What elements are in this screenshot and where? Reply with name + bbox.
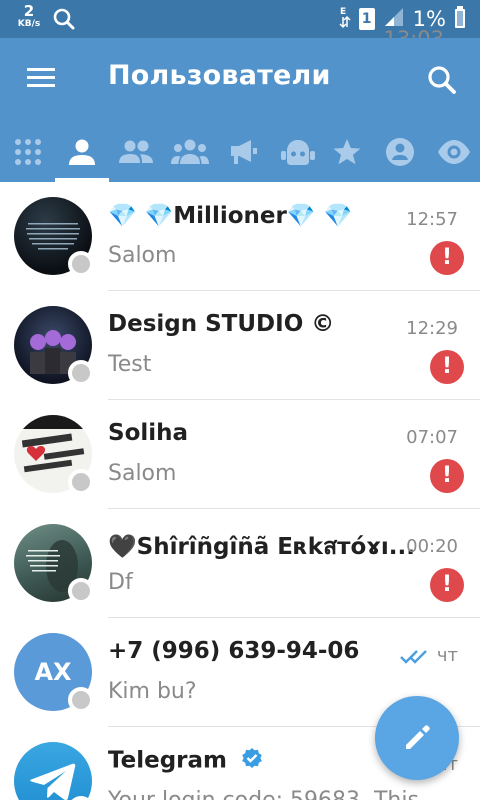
two-users-icon [119, 140, 153, 163]
svg-text:E: E [340, 7, 346, 17]
chat-last-message: Salom [108, 243, 177, 268]
tab-favorites[interactable] [320, 122, 374, 182]
sim-indicator: 1 [358, 8, 375, 30]
page-title: Пользователи [108, 60, 331, 91]
megaphone-icon [231, 140, 257, 164]
avatar [14, 524, 94, 604]
chat-time: 07:07 [406, 427, 458, 448]
chat-last-message: Df [108, 570, 133, 595]
verified-badge-icon [241, 747, 263, 775]
offline-status-dot [68, 360, 94, 386]
chat-time: 12:29 [406, 318, 458, 339]
chat-name: Telegram [108, 747, 263, 775]
offline-status-dot [68, 687, 94, 713]
chat-last-message: Kim bu? [108, 679, 197, 704]
compose-button[interactable] [375, 696, 459, 780]
chat-name-text: Telegram [108, 747, 228, 774]
eye-icon [438, 140, 470, 164]
offline-status-dot [68, 251, 94, 277]
filter-tabs [0, 122, 480, 182]
network-speed: 2 KB/s [16, 4, 42, 29]
chat-name: 💎 💎Millioner💎 💎 [108, 203, 353, 229]
grid-icon [15, 139, 41, 165]
star-icon [333, 139, 361, 165]
error-badge: ! [430, 241, 464, 275]
chat-row[interactable]: 🖤Shîrîñgîñã Eʀkสтóɤı... Df 00:20 ! [0, 509, 480, 618]
tab-admin[interactable] [373, 122, 427, 182]
chat-name: 🖤Shîrîñgîñã Eʀkสтóɤı... [108, 534, 415, 560]
network-speed-value: 2 [23, 2, 35, 20]
group-icon [171, 139, 209, 164]
chat-last-message: Your login code: 59683. This [108, 788, 419, 800]
chat-name: Design STUDIO © [108, 311, 335, 337]
avatar [14, 415, 94, 495]
menu-button[interactable] [24, 64, 60, 96]
user-icon [69, 139, 95, 165]
error-badge: ! [430, 459, 464, 493]
status-search-icon [52, 7, 76, 35]
avatar [14, 197, 94, 277]
error-badge: ! [430, 350, 464, 384]
tab-users[interactable] [55, 122, 109, 182]
chat-row[interactable]: 💎 💎Millioner💎 💎 Salom 12:57 ! [0, 182, 480, 291]
pencil-icon [406, 725, 430, 749]
chat-last-message: Salom [108, 461, 177, 486]
network-speed-unit: KB/s [17, 19, 41, 29]
chat-name: Soliha [108, 420, 189, 446]
hamburger-icon [27, 68, 55, 71]
bot-icon [281, 140, 315, 165]
tab-all[interactable] [1, 122, 55, 182]
hamburger-icon [27, 84, 55, 87]
tab-bots[interactable] [271, 122, 325, 182]
offline-status-dot [68, 578, 94, 604]
battery-icon [454, 6, 466, 32]
avatar [14, 306, 94, 386]
tab-channels[interactable] [217, 122, 271, 182]
search-icon [428, 66, 456, 94]
chat-last-message: Test [108, 352, 152, 377]
account-circle-icon [386, 138, 414, 166]
chat-row[interactable]: Design STUDIO © Test 12:29 ! [0, 291, 480, 400]
chat-name: +7 (996) 639-94-06 [108, 638, 360, 664]
status-bar: 2 KB/s E 1 1% 13:03 [0, 0, 480, 51]
chat-time: 12:57 [406, 209, 458, 230]
app-header: Пользователи [0, 38, 480, 122]
offline-status-dot [68, 469, 94, 495]
chat-time: чт [436, 645, 458, 666]
avatar: AX [14, 633, 94, 713]
tab-contacts[interactable] [109, 122, 163, 182]
hamburger-icon [27, 76, 55, 79]
tab-groups[interactable] [163, 122, 217, 182]
chat-row[interactable]: Soliha Salom 07:07 ! [0, 400, 480, 509]
read-ticks-icon [400, 648, 430, 670]
tab-unread[interactable] [427, 122, 480, 182]
chat-time: 00:20 [406, 536, 458, 557]
avatar [14, 742, 94, 800]
search-button[interactable] [424, 62, 460, 98]
data-transfer-icon: E [339, 5, 351, 33]
error-badge: ! [430, 568, 464, 602]
telegram-logo-icon [30, 763, 76, 800]
